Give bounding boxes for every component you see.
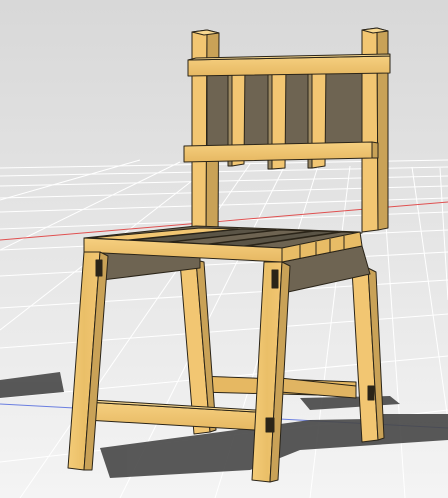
top-back-rail (187, 53, 391, 77)
3d-viewport[interactable] (0, 0, 448, 498)
